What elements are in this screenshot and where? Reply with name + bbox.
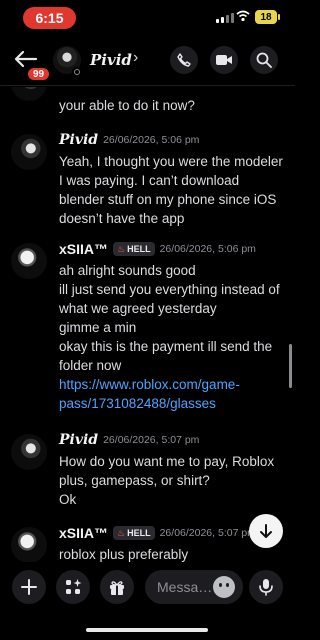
flame-icon: ♨ <box>117 527 126 538</box>
message-body: roblox plus preferably <box>59 545 284 562</box>
phone-icon <box>177 53 191 67</box>
chat-header: 99 Pivid › <box>0 34 295 86</box>
apps-sparkle-icon <box>66 579 82 594</box>
status-bar: 6:15 18 <box>0 0 295 34</box>
timestamp: 26/06/2026, 5:06 pm <box>159 243 256 255</box>
username[interactable]: Pivid <box>59 132 98 148</box>
voice-message-button[interactable] <box>249 570 283 604</box>
home-indicator <box>86 628 208 632</box>
avatar[interactable] <box>11 434 47 470</box>
message-meta: xSIIA™ ♨ HELL 26/06/2026, 5:06 pm <box>59 241 256 257</box>
scrollbar-thumb[interactable] <box>289 344 292 388</box>
message-text: your able to do it now? <box>59 98 195 113</box>
avatar[interactable] <box>11 243 47 279</box>
message-text: roblox plus preferably <box>59 547 189 562</box>
username[interactable]: xSIIA™ <box>59 525 108 541</box>
message-composer <box>0 562 295 640</box>
plus-icon <box>21 579 37 595</box>
video-camera-icon <box>216 55 232 65</box>
status-time: 6:15 <box>23 7 76 29</box>
emoji-icon[interactable] <box>213 576 235 598</box>
role-tag-label: HELL <box>127 244 151 254</box>
chevron-right-icon[interactable]: › <box>133 49 138 67</box>
search-button[interactable] <box>250 46 278 74</box>
message-input-container[interactable] <box>145 570 243 604</box>
avatar[interactable] <box>11 87 47 101</box>
message-input[interactable] <box>157 570 213 604</box>
timestamp: 26/06/2026, 5:06 pm <box>103 134 200 146</box>
message-text: ah alright sounds good <box>59 263 196 278</box>
message-body: ah alright sounds good ill just send you… <box>59 261 284 413</box>
message-meta: xSIIA™ ♨ HELL 26/06/2026, 5:07 pm <box>59 525 256 541</box>
avatar[interactable] <box>11 527 47 562</box>
message-text: Yeah, I thought you were the modeler I w… <box>59 154 283 226</box>
microphone-icon <box>259 579 273 596</box>
message-text: Ok <box>59 492 77 507</box>
username[interactable]: Pivid <box>59 432 98 448</box>
battery-indicator: 18 <box>255 10 280 24</box>
message-text: How do you want me to pay, Roblox plus, … <box>59 454 275 488</box>
jump-to-latest-button[interactable] <box>249 514 283 548</box>
role-tag[interactable]: ♨ HELL <box>113 526 155 540</box>
attach-button[interactable] <box>12 570 46 604</box>
flame-icon: ♨ <box>117 243 126 254</box>
gift-button[interactable] <box>100 570 134 604</box>
message-text: ill just send you everything instead of … <box>59 282 280 316</box>
message-text: okay this is the payment ill send the fo… <box>59 339 273 373</box>
call-button[interactable] <box>170 46 198 74</box>
message-link[interactable]: https://www.roblox.com/game-pass/1731082… <box>59 375 284 413</box>
arrow-down-icon <box>260 524 272 538</box>
message-body: How do you want me to pay, Roblox plus, … <box>59 452 284 509</box>
search-icon <box>256 52 272 68</box>
message-body: Yeah, I thought you were the modeler I w… <box>59 152 284 228</box>
video-call-button[interactable] <box>210 46 238 74</box>
message-meta: Pivid 26/06/2026, 5:07 pm <box>59 432 199 448</box>
avatar[interactable] <box>11 134 47 170</box>
message-text: gimme a min <box>59 320 137 335</box>
role-tag-label: HELL <box>127 528 151 538</box>
timestamp: 26/06/2026, 5:07 pm <box>159 527 256 539</box>
offline-status-icon <box>72 67 82 77</box>
cellular-signal-icon <box>216 12 234 23</box>
message-list[interactable]: your able to do it now? Pivid 26/06/2026… <box>0 87 295 562</box>
role-tag[interactable]: ♨ HELL <box>113 242 155 256</box>
wifi-icon <box>236 10 250 22</box>
message-meta: Pivid 26/06/2026, 5:06 pm <box>59 132 199 148</box>
unread-count-badge: 99 <box>26 66 52 82</box>
username[interactable]: xSIIA™ <box>59 241 108 257</box>
contact-name[interactable]: Pivid <box>90 51 132 69</box>
gift-icon <box>110 581 124 595</box>
apps-button[interactable] <box>56 570 90 604</box>
timestamp: 26/06/2026, 5:07 pm <box>103 434 200 446</box>
